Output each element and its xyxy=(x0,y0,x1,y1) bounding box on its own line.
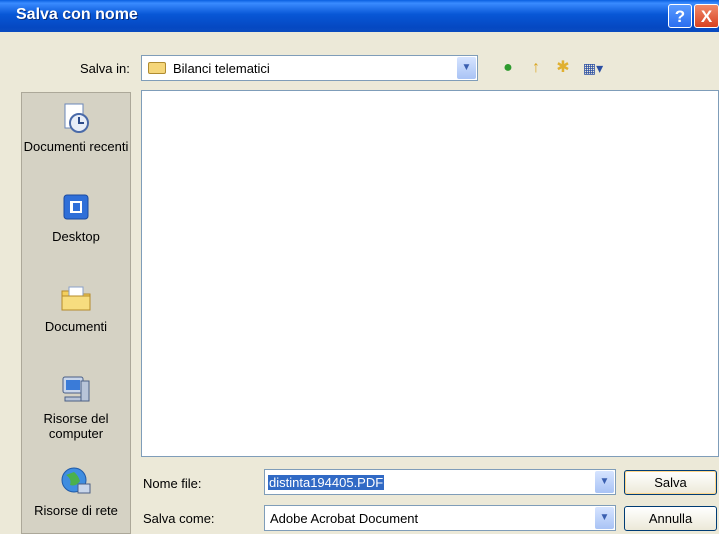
place-desktop[interactable]: Desktop xyxy=(22,191,130,244)
chevron-down-icon[interactable]: ▼ xyxy=(457,57,476,79)
save-as-type-label: Salva come: xyxy=(143,511,215,526)
up-one-level-button[interactable]: ↑ xyxy=(525,58,547,78)
place-label: Risorse del computer xyxy=(43,411,109,441)
title-bar[interactable]: Salva con nome ? X xyxy=(0,0,719,32)
place-my-computer[interactable]: Risorse del computer xyxy=(22,373,130,441)
save-in-value: Bilanci telematici xyxy=(173,61,270,76)
save-as-type-value: Adobe Acrobat Document xyxy=(270,511,419,526)
save-in-label: Salva in: xyxy=(80,61,130,76)
place-label: Documenti xyxy=(44,319,108,334)
close-button[interactable]: X xyxy=(694,4,719,28)
save-button[interactable]: Salva xyxy=(624,470,717,495)
save-as-dialog: Salva con nome ? X Salva in: Bilanci tel… xyxy=(0,0,719,534)
place-recent-documents[interactable]: Documenti recenti xyxy=(22,101,130,154)
view-menu-button[interactable]: ▦▾ xyxy=(582,58,604,78)
file-name-field[interactable]: distinta194405.PDF ▼ xyxy=(264,469,616,495)
file-name-value: distinta194405.PDF xyxy=(268,475,385,490)
file-list[interactable] xyxy=(141,90,719,457)
save-as-type-dropdown[interactable]: Adobe Acrobat Document ▼ xyxy=(264,505,616,531)
recent-documents-icon xyxy=(64,103,89,133)
chevron-down-icon[interactable]: ▼ xyxy=(595,471,614,493)
place-network[interactable]: Risorse di rete xyxy=(22,465,130,518)
place-label: Desktop xyxy=(52,229,100,244)
file-name-label: Nome file: xyxy=(143,476,202,491)
documents-folder-icon xyxy=(61,286,91,311)
cancel-button[interactable]: Annulla xyxy=(624,506,717,531)
network-places-icon xyxy=(61,467,91,494)
desktop-icon xyxy=(63,194,89,220)
back-button[interactable]: ● xyxy=(497,58,519,78)
place-label: Documenti recenti xyxy=(23,139,129,154)
help-button[interactable]: ? xyxy=(668,4,692,28)
place-documents[interactable]: Documenti xyxy=(22,281,130,334)
place-label: Risorse di rete xyxy=(34,503,118,518)
places-bar: Documenti recenti Desktop Documenti Riso… xyxy=(21,92,131,534)
folder-icon xyxy=(148,62,166,74)
my-computer-icon xyxy=(62,376,90,402)
window-title: Salva con nome xyxy=(16,6,138,23)
chevron-down-icon[interactable]: ▼ xyxy=(595,507,614,529)
save-in-dropdown[interactable]: Bilanci telematici ▼ xyxy=(141,55,478,81)
new-folder-button[interactable]: ✱ xyxy=(552,58,574,78)
